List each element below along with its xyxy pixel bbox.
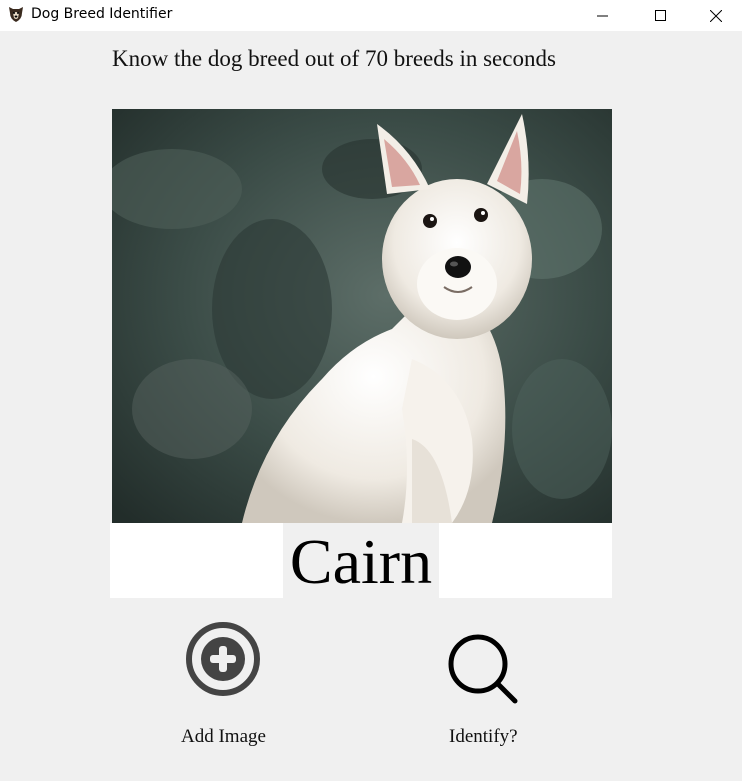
add-circle-icon xyxy=(186,622,260,696)
dog-icon xyxy=(6,4,26,24)
dog-photo xyxy=(112,109,612,523)
add-image-button[interactable]: Add Image xyxy=(180,617,270,752)
add-image-label: Add Image xyxy=(181,726,266,747)
window-title: Dog Breed Identifier xyxy=(31,6,173,22)
breed-result: Cairn xyxy=(289,525,433,597)
minimize-icon xyxy=(597,15,608,16)
tagline: Know the dog breed out of 70 breeds in s… xyxy=(112,46,556,71)
close-icon xyxy=(710,9,722,22)
minimize-button[interactable] xyxy=(574,0,632,31)
result-panel: Cairn xyxy=(110,523,612,598)
result-label-box: Cairn xyxy=(283,523,439,598)
title-bar: Dog Breed Identifier xyxy=(0,0,742,31)
identify-button[interactable]: Identify? xyxy=(445,628,530,752)
maximize-button[interactable] xyxy=(632,0,690,31)
identify-label: Identify? xyxy=(449,726,518,747)
maximize-icon xyxy=(655,9,666,21)
search-icon xyxy=(448,634,518,704)
close-button[interactable] xyxy=(690,0,742,31)
